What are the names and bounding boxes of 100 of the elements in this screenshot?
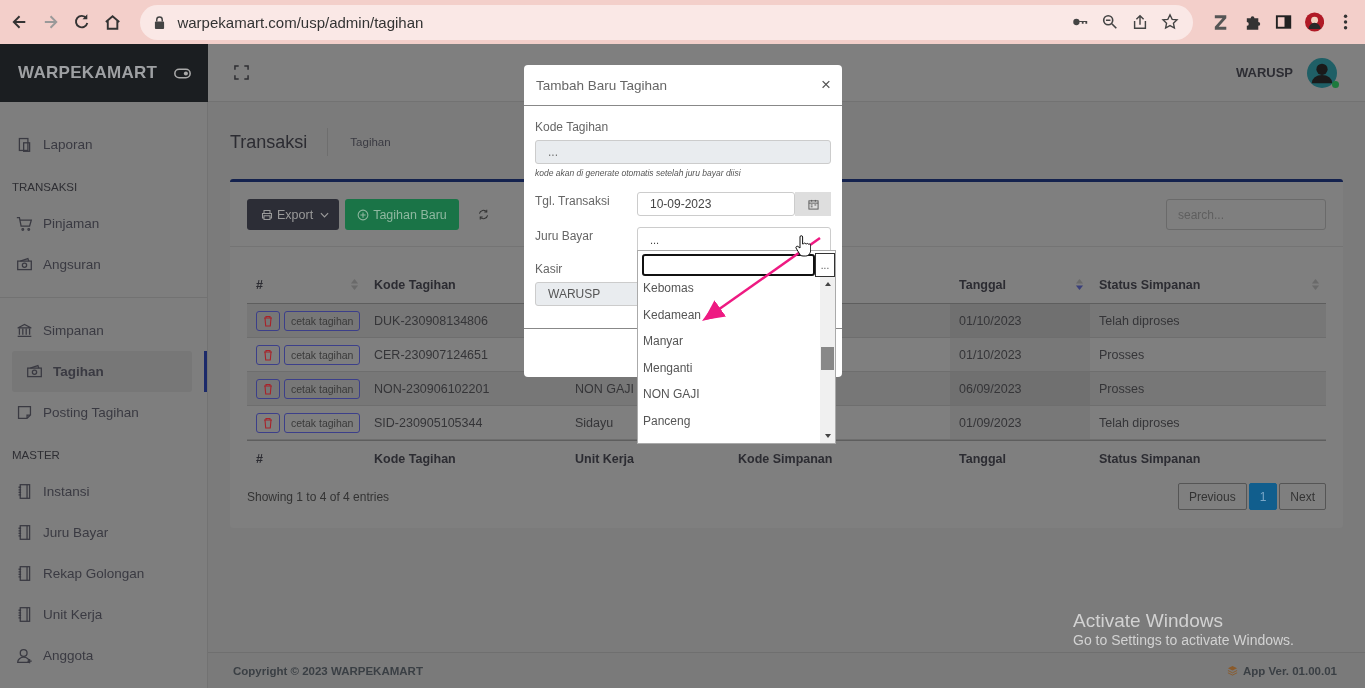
table-cell: NON-230906102201 <box>374 381 490 396</box>
calendar-icon <box>807 198 819 210</box>
address-bar[interactable]: warpekamart.com/usp/admin/tagihan <box>140 4 1194 40</box>
print-bill-button[interactable]: cetak tagihan <box>284 344 361 365</box>
sidebar-item[interactable]: Laporan <box>0 124 207 165</box>
new-bill-button[interactable]: Tagihan Baru <box>345 199 459 230</box>
print-bill-button[interactable]: cetak tagihan <box>284 310 361 331</box>
copyright-text: Copyright © 2023 WARPEKAMART <box>233 664 423 677</box>
fullscreen-icon[interactable] <box>234 65 249 80</box>
url-text: warpekamart.com/usp/admin/tagihan <box>177 13 424 31</box>
table-cell: 06/09/2023 <box>959 381 1022 396</box>
column-footer: Status Simpanan <box>1099 452 1201 466</box>
table-cell: NON GAJI <box>575 381 635 396</box>
scroll-up-icon[interactable] <box>823 281 832 287</box>
column-header[interactable]: Tanggal <box>959 277 1006 292</box>
trash-icon <box>263 416 273 429</box>
close-button[interactable]: × <box>821 75 831 95</box>
version-text: App Ver. 01.00.01 <box>1243 664 1337 677</box>
layers-icon <box>1227 665 1238 676</box>
trash-icon <box>263 314 273 327</box>
dropdown-option[interactable]: NON GAJI <box>643 387 820 414</box>
dropdown-option[interactable]: Kedamean <box>643 307 820 334</box>
table-cell: Prosses <box>1099 347 1145 362</box>
field-hint: kode akan di generate otomatis setelah juru bayar diisi <box>535 168 742 178</box>
sort-icon[interactable] <box>1075 278 1084 291</box>
page-button[interactable]: Next <box>1279 483 1326 510</box>
modal-title: Tambah Baru Tagihan <box>536 77 668 93</box>
section-title: TRANSAKSI <box>11 180 79 195</box>
print-bill-button[interactable]: cetak tagihan <box>284 378 361 399</box>
book-icon <box>16 524 33 541</box>
sidebar-item[interactable]: Instansi <box>0 471 207 512</box>
column-footer: Unit Kerja <box>575 452 635 466</box>
book-icon <box>16 606 33 623</box>
table-cell: CER-230907124651 <box>374 347 488 362</box>
column-footer: Tanggal <box>959 452 1006 466</box>
page-title: Transaksi <box>230 127 329 156</box>
bank-icon <box>16 322 33 339</box>
field-label: Kasir <box>535 262 563 276</box>
profile-avatar[interactable] <box>1304 12 1324 32</box>
brand-name: WARPEKAMART <box>18 63 158 83</box>
book-icon <box>16 483 33 500</box>
trash-icon <box>263 348 273 361</box>
sidebar-item[interactable]: Simpanan <box>0 310 207 351</box>
caret-icon <box>320 211 330 218</box>
side-panel-icon[interactable] <box>1273 12 1293 32</box>
sidebar-item[interactable]: Angsuran <box>0 244 207 285</box>
sidebar-item[interactable]: Unit Kerja <box>0 594 207 635</box>
scroll-thumb[interactable] <box>821 347 834 370</box>
table-cell: 01/10/2023 <box>959 313 1022 328</box>
scroll-down-icon[interactable] <box>823 433 832 439</box>
zoom-icon[interactable] <box>1101 13 1120 31</box>
sidebar-item[interactable]: Juru Bayar <box>0 512 207 553</box>
column-footer: # <box>256 452 263 466</box>
activation-title: Activate Windows <box>1073 610 1224 632</box>
dropdown-option[interactable]: Menganti <box>643 360 820 387</box>
table-cell: Prosses <box>1099 381 1145 396</box>
sidebar-item[interactable]: Rekap Golongan <box>0 553 207 594</box>
column-footer: Kode Tagihan <box>374 452 456 466</box>
sidebar-item[interactable]: Posting Tagihan <box>0 392 207 433</box>
entries-info: Showing 1 to 4 of 4 entries <box>247 489 390 504</box>
plus-circle-icon <box>357 208 370 221</box>
sidebar-item[interactable]: Pinjaman <box>0 203 207 244</box>
user-icon <box>16 647 33 664</box>
table-cell: Sidayu <box>575 415 614 430</box>
scrollbar[interactable] <box>820 277 835 443</box>
table-cell: DUK-230908134806 <box>374 313 488 328</box>
table-cell: 01/09/2023 <box>959 415 1022 430</box>
date-field[interactable]: 10-09-2023 <box>637 192 795 216</box>
star-icon[interactable] <box>1161 13 1180 31</box>
home-icon[interactable] <box>103 12 123 32</box>
dropdown-option[interactable]: Manyar <box>643 334 820 361</box>
user-avatar[interactable] <box>1307 57 1337 88</box>
section-title: MASTER <box>11 448 61 463</box>
note-icon <box>16 404 33 421</box>
column-header[interactable]: Status Simpanan <box>1099 277 1201 292</box>
sidebar-item[interactable]: Anggota <box>0 635 207 676</box>
book-icon <box>16 565 33 582</box>
field-label: Kode Tagihan <box>535 120 609 134</box>
table-cell: Telah diproses <box>1099 313 1180 328</box>
toggle-icon[interactable] <box>174 67 191 79</box>
page-button[interactable]: 1 <box>1248 483 1278 510</box>
column-footer: Kode Simpanan <box>738 452 833 466</box>
dropdown-search-button[interactable]: ... <box>815 253 835 277</box>
breadcrumb[interactable]: Tagihan <box>328 135 391 148</box>
table-cell: SID-230905105344 <box>374 415 483 430</box>
page-button[interactable]: Previous <box>1177 483 1247 510</box>
activation-text: Go to Settings to activate Windows. <box>1073 632 1294 648</box>
dropdown-option[interactable]: Kebomas <box>643 281 820 308</box>
column-header[interactable]: # <box>256 277 263 292</box>
clip-icon <box>16 136 33 153</box>
dropdown-option[interactable]: Panceng <box>643 413 820 440</box>
print-bill-button[interactable]: cetak tagihan <box>284 412 361 433</box>
export-button[interactable]: Export <box>247 199 340 230</box>
cart-icon <box>16 215 33 232</box>
table-cell: 01/10/2023 <box>959 347 1022 362</box>
user-name[interactable]: WARUSP <box>1235 65 1293 80</box>
refresh-icon[interactable] <box>476 208 490 221</box>
field-label: Juru Bayar <box>535 228 595 243</box>
dropdown-search-field[interactable] <box>642 254 815 276</box>
column-header[interactable]: Kode Tagihan <box>374 277 456 292</box>
